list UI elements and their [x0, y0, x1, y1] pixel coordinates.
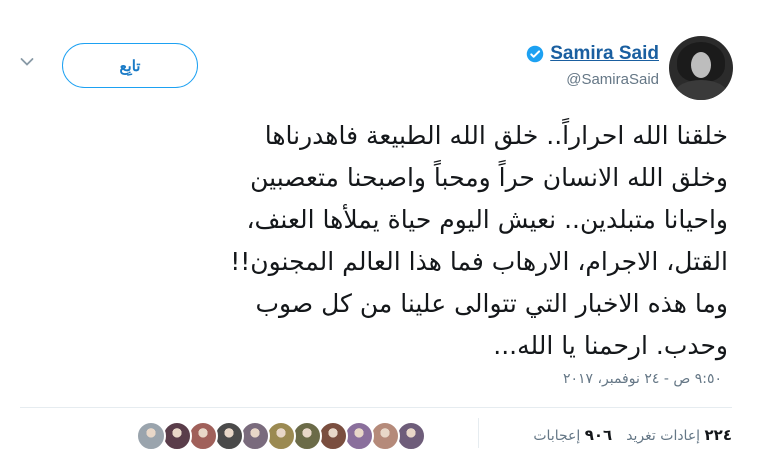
avatar-shoulder [675, 80, 727, 100]
liker-avatar[interactable] [344, 421, 374, 451]
display-name[interactable]: Samira Said [550, 43, 659, 65]
liker-avatar[interactable] [292, 421, 322, 451]
retweets-stat[interactable]: ٢٢٤ إعادات تغريد [626, 426, 732, 444]
likes-stat[interactable]: ٩٠٦ إعجابات [533, 426, 612, 444]
avatar[interactable] [669, 36, 733, 100]
liker-avatar[interactable] [266, 421, 296, 451]
liker-avatar[interactable] [396, 421, 426, 451]
follow-button[interactable]: تابِع [62, 43, 198, 88]
liker-avatar[interactable] [136, 421, 166, 451]
tweet-text: خلقنا الله احراراً.. خلق الله الطبيعة فا… [230, 121, 728, 360]
divider [20, 407, 732, 408]
likes-label: إعجابات [533, 428, 581, 444]
liker-avatar[interactable] [188, 421, 218, 451]
liker-avatar[interactable] [370, 421, 400, 451]
tweet-stats: ٢٢٤ إعادات تغريد ٩٠٦ إعجابات [533, 426, 732, 444]
liker-avatar[interactable] [318, 421, 348, 451]
retweets-label: إعادات تغريد [626, 428, 701, 444]
likes-count: ٩٠٦ [584, 426, 613, 444]
tweet-timestamp[interactable]: ٩:٥٠ ص - ٢٤ نوفمبر، ٢٠١٧ [563, 371, 722, 387]
liker-avatar[interactable] [214, 421, 244, 451]
avatar-face [691, 52, 711, 78]
chevron-down-icon[interactable] [20, 57, 34, 67]
tweet-card: Samira Said @SamiraSaid تابِع خلقنا الله… [0, 0, 768, 455]
liker-avatar[interactable] [162, 421, 192, 451]
user-handle[interactable]: @SamiraSaid [566, 71, 659, 88]
liker-avatar[interactable] [240, 421, 270, 451]
stats-separator [478, 418, 479, 448]
name-row: Samira Said [526, 43, 659, 65]
verified-icon [526, 45, 544, 63]
retweets-count: ٢٢٤ [704, 426, 732, 444]
likers-avatars [136, 421, 426, 453]
